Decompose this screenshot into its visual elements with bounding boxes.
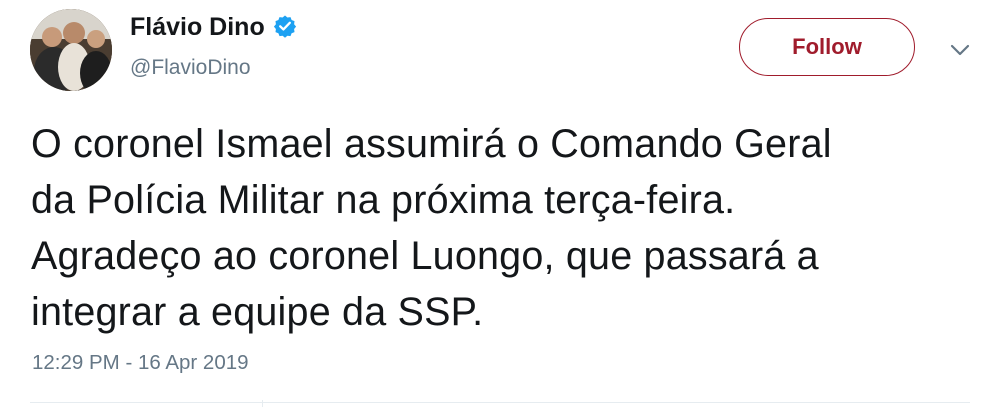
chevron-down-icon [950, 44, 970, 56]
follow-button[interactable]: Follow [739, 18, 915, 76]
tweet-text: O coronel Ismael assumirá o Comando Gera… [31, 116, 966, 340]
user-handle[interactable]: @FlavioDino [130, 55, 251, 81]
divider-mark [262, 400, 263, 407]
profile-photo [30, 9, 112, 91]
tweet-line: O coronel Ismael assumirá o Comando Gera… [31, 122, 832, 166]
display-name[interactable]: Flávio Dino [130, 10, 297, 44]
verified-badge-icon [273, 15, 296, 39]
tweet-line: Agradeço ao coronel Luongo, que passará … [31, 234, 819, 278]
tweet-line: da Polícia Militar na próxima terça-feir… [31, 178, 736, 222]
avatar[interactable] [30, 9, 112, 91]
divider [30, 402, 970, 403]
tweet-timestamp[interactable]: 12:29 PM - 16 Apr 2019 [32, 350, 249, 376]
display-name-text: Flávio Dino [130, 13, 265, 41]
more-options-button[interactable] [946, 40, 974, 60]
tweet-line: integrar a equipe da SSP. [31, 290, 484, 334]
